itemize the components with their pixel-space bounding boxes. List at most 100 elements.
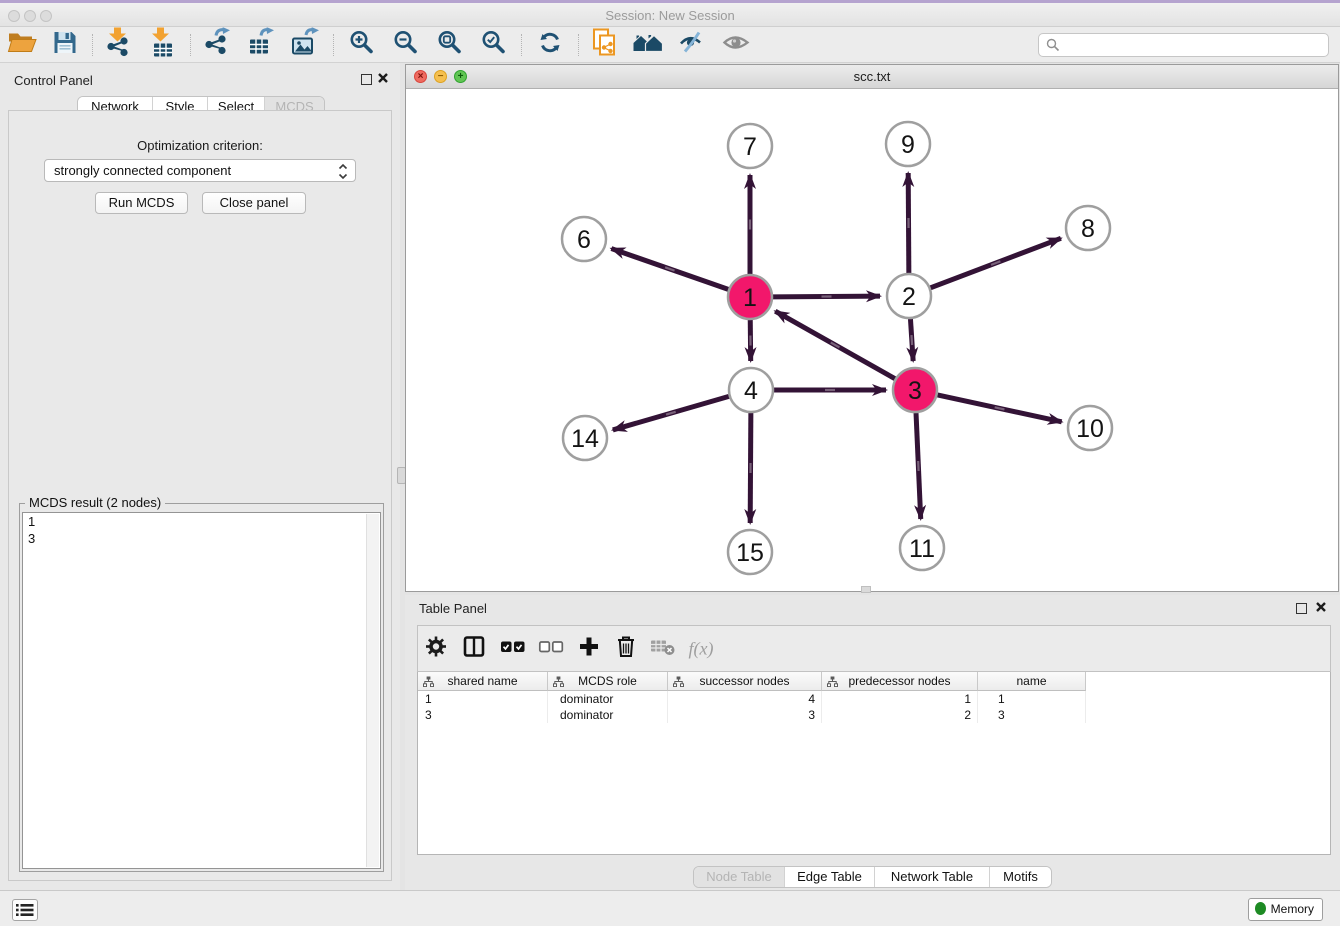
mcds-result-title: MCDS result (2 nodes)	[25, 495, 165, 510]
column-header-successor-nodes[interactable]: successor nodes	[668, 672, 822, 691]
mcds-result-list[interactable]: 13	[22, 512, 381, 869]
import-network-icon[interactable]	[104, 27, 132, 62]
cell-1-MCDS-role[interactable]: dominator	[548, 707, 668, 723]
node-14[interactable]: 14	[563, 416, 607, 460]
cell-1-name[interactable]: 3	[978, 707, 1086, 723]
select-stepper-icon	[338, 163, 348, 186]
memory-status-icon	[1255, 902, 1266, 915]
column-header-name[interactable]: name	[978, 672, 1086, 691]
node-9[interactable]: 9	[886, 122, 930, 166]
column-header-predecessor-nodes[interactable]: predecessor nodes	[822, 672, 978, 691]
node-3[interactable]: 3	[893, 368, 937, 412]
home-icon[interactable]	[633, 30, 663, 59]
export-table-icon[interactable]	[247, 27, 275, 62]
mcds-result-group: MCDS result (2 nodes) 13	[19, 503, 384, 872]
run-mcds-button[interactable]: Run MCDS	[95, 192, 188, 214]
float-table-panel-icon[interactable]	[1296, 603, 1307, 614]
delete-table-icon[interactable]	[650, 635, 676, 662]
cell-0-MCDS-role[interactable]: dominator	[548, 691, 668, 707]
edge-label-mark	[749, 335, 751, 345]
view-resize-handle[interactable]	[861, 586, 871, 593]
export-image-icon[interactable]	[290, 27, 320, 62]
close-panel-button[interactable]: Close panel	[202, 192, 306, 214]
hide-selected-icon[interactable]	[678, 29, 706, 60]
toolbar-separator	[190, 34, 191, 56]
delete-row-icon[interactable]	[615, 634, 637, 663]
node-15[interactable]: 15	[728, 530, 772, 574]
add-row-icon[interactable]	[578, 635, 600, 662]
memory-button[interactable]: Memory	[1248, 898, 1323, 921]
network-view-window: × − + scc.txt 7 9 6 8 1 2 4 3 14 10 15 11	[405, 64, 1339, 592]
clone-network-icon[interactable]	[591, 27, 619, 62]
network-view-title: scc.txt	[406, 69, 1338, 84]
zoom-selected-icon[interactable]	[481, 29, 507, 60]
node-8[interactable]: 8	[1066, 206, 1110, 250]
node-6[interactable]: 6	[562, 217, 606, 261]
float-panel-icon[interactable]	[361, 74, 372, 85]
show-columns-icon[interactable]	[462, 634, 486, 663]
zoom-in-icon[interactable]	[349, 29, 375, 60]
control-panel: Control Panel NetworkStyleSelectMCDS Opt…	[0, 63, 400, 890]
mcds-result-item: 3	[23, 530, 380, 547]
task-history-button[interactable]	[12, 899, 38, 921]
cell-1-shared-name[interactable]: 3	[418, 707, 548, 723]
column-header-shared-name[interactable]: shared name	[418, 672, 548, 691]
tab-edge-table[interactable]: Edge Table	[784, 867, 874, 887]
node-11[interactable]: 11	[900, 526, 944, 570]
close-table-panel-icon[interactable]	[1315, 600, 1327, 618]
toolbar-separator	[521, 34, 522, 56]
svg-text:10: 10	[1076, 415, 1104, 443]
svg-text:9: 9	[901, 131, 915, 159]
cell-1-successor-nodes[interactable]: 3	[668, 707, 822, 723]
edge-label-mark	[825, 389, 835, 391]
function-builder-icon[interactable]: f(x)	[689, 638, 714, 659]
search-input[interactable]	[1038, 33, 1329, 57]
edge-label-mark	[821, 295, 831, 297]
cell-0-name[interactable]: 1	[978, 691, 1086, 707]
toolbar-separator	[92, 34, 93, 56]
column-header-MCDS-role[interactable]: MCDS role	[548, 672, 668, 691]
close-panel-icon[interactable]	[377, 71, 389, 89]
show-all-icon[interactable]	[722, 31, 750, 58]
select-value: strongly connected component	[54, 163, 231, 178]
export-network-icon[interactable]	[203, 27, 231, 62]
svg-text:11: 11	[909, 535, 935, 563]
zoom-fit-icon[interactable]	[437, 29, 463, 60]
status-bar: Memory	[0, 890, 1340, 926]
tab-motifs[interactable]: Motifs	[989, 867, 1051, 887]
optimization-criterion-select[interactable]: strongly connected component	[44, 159, 356, 182]
import-table-icon[interactable]	[149, 27, 177, 62]
edge-label-mark	[907, 218, 909, 228]
node-10[interactable]: 10	[1068, 406, 1112, 450]
table-settings-icon[interactable]	[424, 634, 448, 663]
table-toolbar: f(x)	[417, 625, 1331, 672]
refresh-icon[interactable]	[537, 29, 563, 60]
cell-0-successor-nodes[interactable]: 4	[668, 691, 822, 707]
node-7[interactable]: 7	[728, 124, 772, 168]
cell-0-predecessor-nodes[interactable]: 1	[822, 691, 978, 707]
node-table[interactable]: shared nameMCDS rolesuccessor nodesprede…	[417, 672, 1331, 855]
network-window-titlebar[interactable]: × − + scc.txt	[406, 65, 1338, 89]
toolbar-separator	[333, 34, 334, 56]
mcds-tab-panel: Optimization criterion: strongly connect…	[8, 110, 392, 881]
unselect-all-icon[interactable]	[538, 638, 564, 659]
tab-network-table[interactable]: Network Table	[874, 867, 989, 887]
tab-node-table[interactable]: Node Table	[694, 867, 784, 887]
table-tabs: Node TableEdge TableNetwork TableMotifs	[693, 866, 1052, 888]
network-canvas[interactable]: 7 9 6 8 1 2 4 3 14 10 15 11	[406, 89, 1338, 591]
node-4[interactable]: 4	[729, 368, 773, 412]
svg-text:7: 7	[743, 133, 757, 161]
select-all-icon[interactable]	[500, 638, 526, 659]
node-2[interactable]: 2	[887, 274, 931, 318]
cell-0-shared-name[interactable]: 1	[418, 691, 548, 707]
optimization-criterion-label: Optimization criterion:	[9, 138, 391, 153]
open-session-icon[interactable]	[7, 30, 37, 59]
memory-label: Memory	[1271, 902, 1314, 916]
zoom-out-icon[interactable]	[393, 29, 419, 60]
svg-text:6: 6	[577, 226, 591, 254]
cell-1-predecessor-nodes[interactable]: 2	[822, 707, 978, 723]
node-1[interactable]: 1	[728, 275, 772, 319]
scrollbar-track[interactable]	[366, 514, 379, 867]
edge-label-mark	[749, 463, 751, 473]
save-session-icon[interactable]	[53, 30, 78, 60]
